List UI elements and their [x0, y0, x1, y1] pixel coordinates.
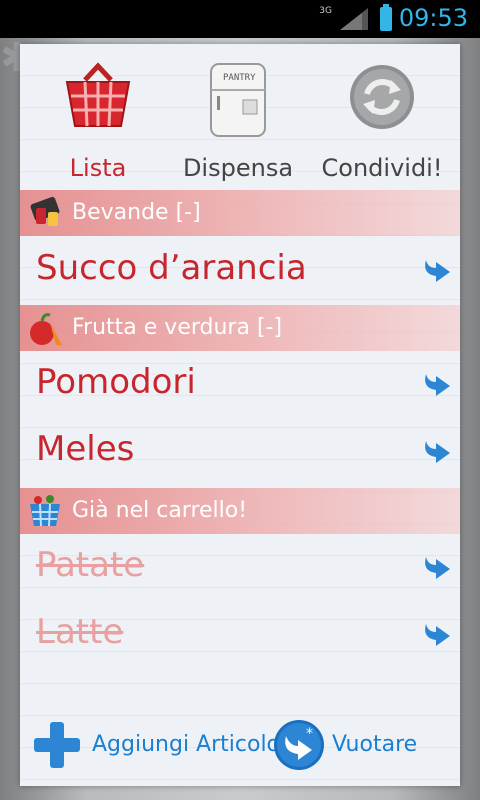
add-item-button[interactable]: Aggiungi Articolo	[92, 732, 280, 757]
tab-dispensa[interactable]: PANTRY Dispensa	[168, 60, 308, 188]
move-back-icon[interactable]	[420, 553, 454, 583]
section-label: Frutta e verdura [-]	[72, 315, 283, 340]
section-label: Bevande [-]	[72, 200, 201, 225]
bottom-actions: Aggiungi Articolo * Vuotare	[20, 712, 460, 782]
list-item[interactable]: Patate	[20, 535, 460, 601]
empty-button[interactable]: Vuotare	[332, 732, 417, 757]
tab-lista-label: Lista	[69, 154, 127, 182]
network-type: 3G	[319, 6, 332, 16]
move-to-cart-icon[interactable]	[420, 370, 454, 400]
move-to-cart-icon[interactable]	[420, 256, 454, 286]
item-label: Succo d’arancia	[36, 248, 307, 288]
item-label: Pomodori	[36, 362, 196, 402]
pantry-fridge-icon: PANTRY	[210, 63, 266, 137]
cart-icon	[30, 495, 60, 527]
tab-lista[interactable]: Lista	[28, 60, 168, 188]
add-icon[interactable]	[32, 720, 82, 770]
empty-list-icon[interactable]: *	[272, 718, 326, 772]
list-item[interactable]: Meles	[20, 419, 460, 485]
battery-icon	[380, 4, 392, 31]
clock: 09:53	[398, 4, 468, 32]
basket-icon	[65, 62, 131, 127]
item-label: Latte	[36, 612, 124, 652]
move-to-cart-icon[interactable]	[420, 437, 454, 467]
list-item[interactable]: Succo d’arancia	[20, 238, 460, 304]
item-label: Patate	[36, 545, 145, 585]
drinks-icon	[30, 196, 60, 226]
section-header-frutta-verdura[interactable]: Frutta e verdura [-]	[20, 305, 460, 351]
sync-icon	[350, 65, 414, 129]
section-header-bevande[interactable]: Bevande [-]	[20, 190, 460, 236]
list-item[interactable]: Latte	[20, 602, 460, 668]
tab-condividi-label: Condividi!	[321, 154, 443, 182]
section-label: Già nel carrello!	[72, 498, 248, 523]
tab-condividi[interactable]: Condividi!	[312, 60, 452, 188]
move-back-icon[interactable]	[420, 620, 454, 650]
section-header-in-cart[interactable]: Già nel carrello!	[20, 488, 460, 534]
signal-icon	[340, 8, 368, 30]
svg-text:*: *	[306, 726, 313, 742]
tab-dispensa-label: Dispensa	[182, 154, 294, 182]
fruit-vegetables-icon	[30, 313, 62, 345]
tab-bar: Lista PANTRY Dispensa Condividi!	[20, 60, 460, 188]
list-item[interactable]: Pomodori	[20, 352, 460, 418]
status-bar: 3G 09:53	[0, 0, 480, 38]
item-label: Meles	[36, 429, 135, 469]
fridge-note: PANTRY	[223, 73, 256, 83]
